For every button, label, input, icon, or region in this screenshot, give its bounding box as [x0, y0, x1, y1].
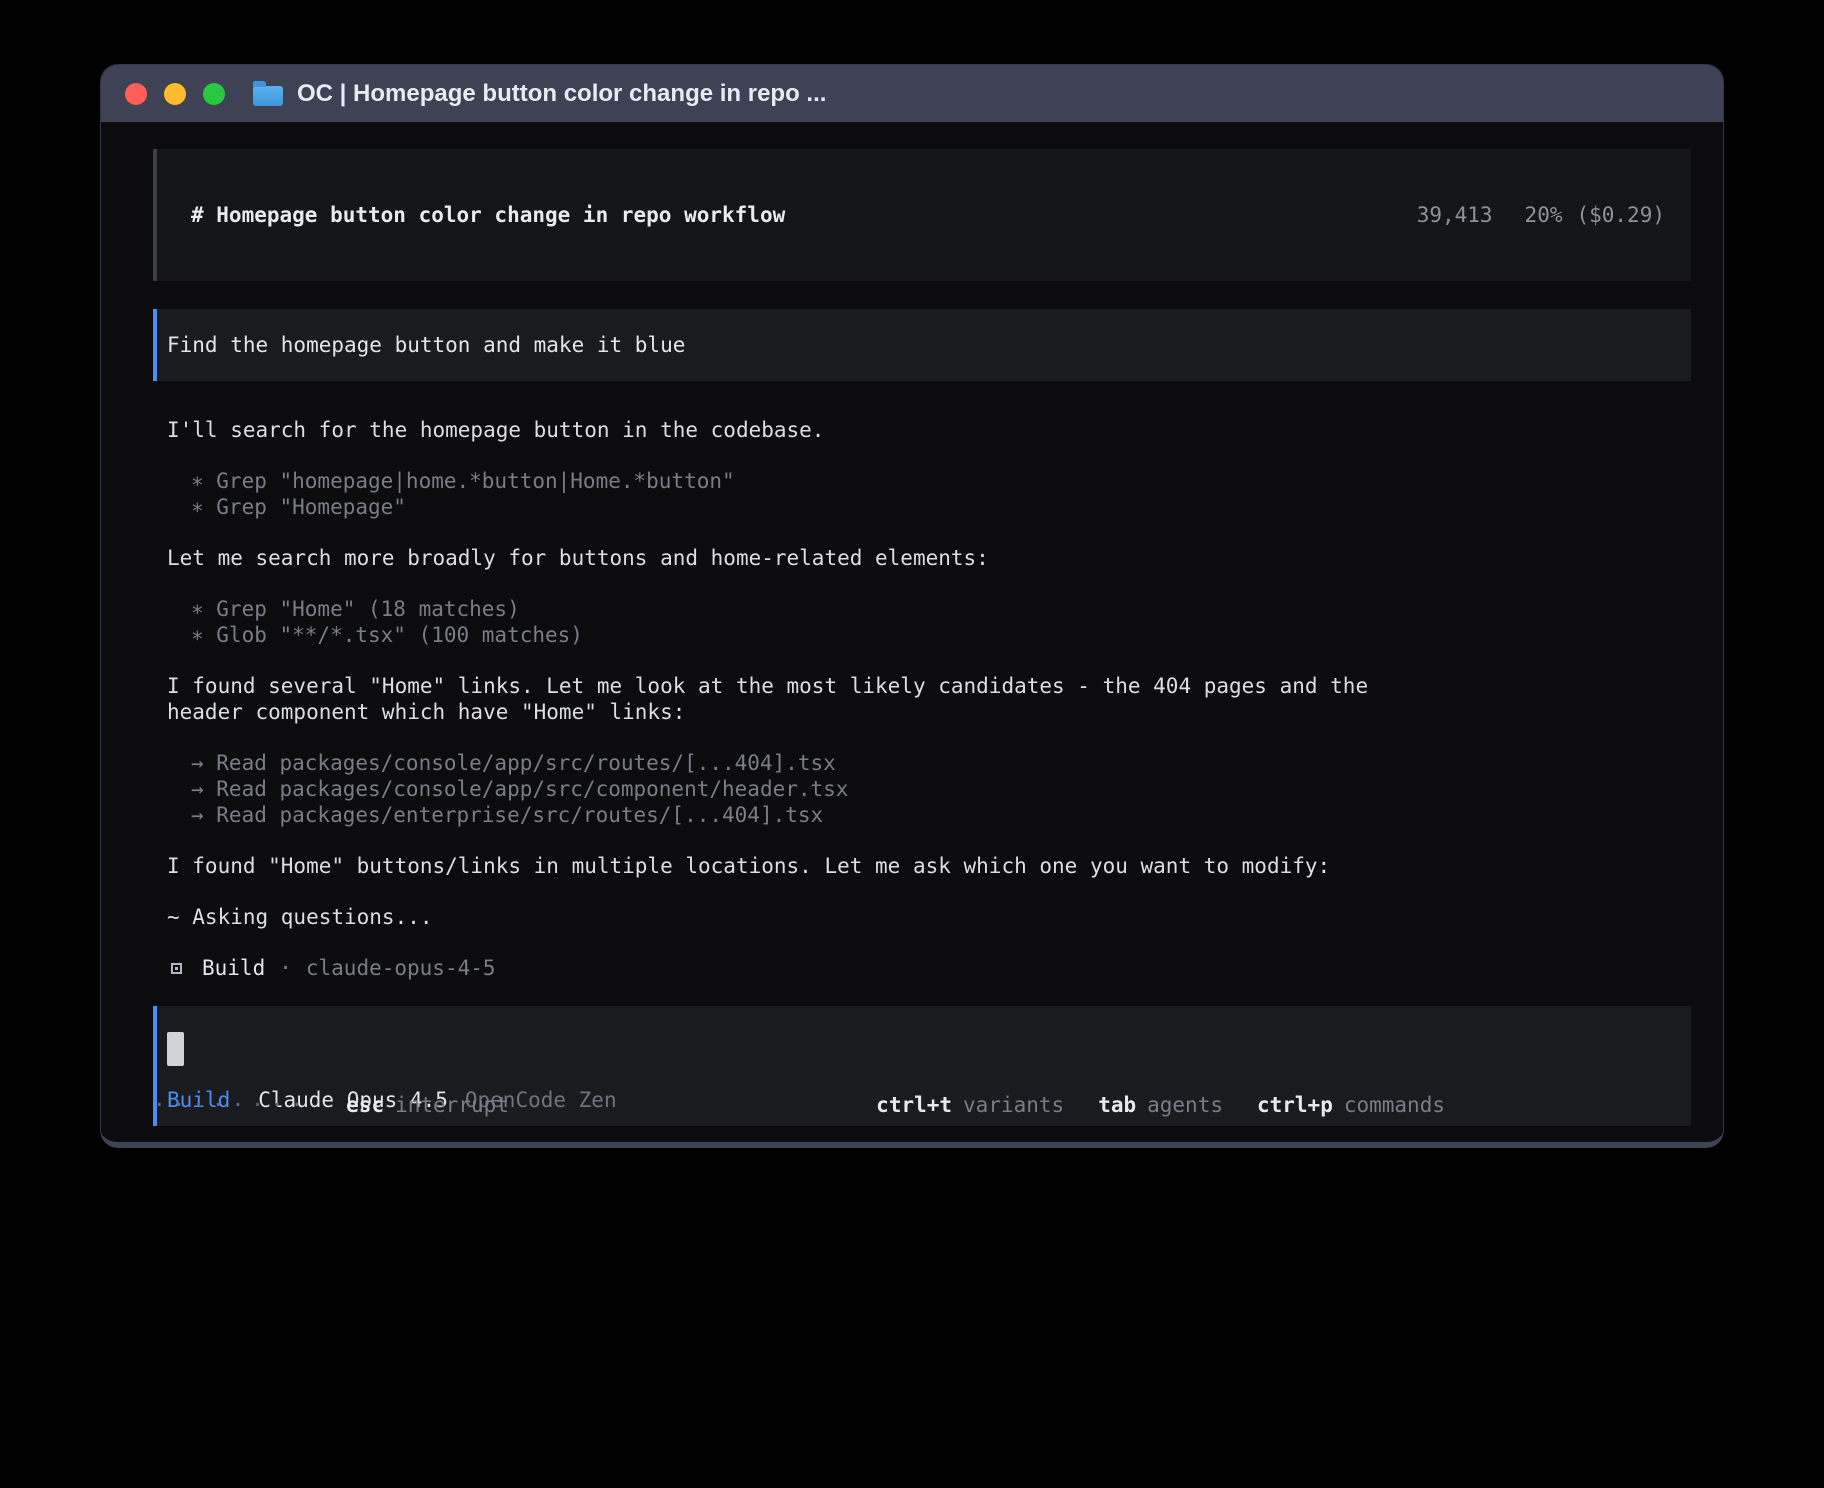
agent-separator: ·	[279, 955, 292, 981]
session-title: # Homepage button color change in repo w…	[191, 202, 785, 228]
spinner-dots: ········	[153, 1092, 310, 1118]
shortcut-key: ctrl+t	[876, 1093, 952, 1117]
agent-name: Build	[202, 955, 265, 981]
session-stats: 39,413 20% ($0.29)	[1316, 176, 1665, 254]
agent-icon	[171, 963, 182, 974]
shortcut-variants: ctrl+t variants	[876, 1092, 1064, 1118]
window-title: OC | Homepage button color change in rep…	[297, 80, 826, 108]
tool-call-grep: ∗ Grep "Homepage"	[167, 494, 1423, 520]
traffic-lights	[125, 83, 225, 105]
agent-status-line: Build · claude-opus-4-5	[167, 955, 1423, 981]
tool-call-glob: ∗ Glob "**/*.tsx" (100 matches)	[167, 622, 1423, 648]
shortcut-key: ctrl+p	[1257, 1093, 1333, 1117]
shortcut-label: agents	[1147, 1093, 1223, 1117]
transcript-group: Let me search more broadly for buttons a…	[167, 545, 1423, 571]
esc-key-hint: esc	[346, 1092, 384, 1118]
token-count: 39,413	[1417, 203, 1493, 227]
esc-key-label: interrupt	[395, 1092, 509, 1118]
close-button[interactable]	[125, 83, 147, 105]
assistant-text: I found several "Home" links. Let me loo…	[167, 673, 1423, 725]
terminal-window: OC | Homepage button color change in rep…	[100, 64, 1724, 1148]
window-titlebar: OC | Homepage button color change in rep…	[101, 65, 1723, 122]
zoom-button[interactable]	[203, 83, 225, 105]
status-bar-right: ctrl+t variants tab agents ctrl+p commands	[876, 1092, 1445, 1118]
tool-call-grep: ∗ Grep "Home" (18 matches)	[167, 596, 1423, 622]
minimize-button[interactable]	[164, 83, 186, 105]
transcript-group: ∗ Grep "Home" (18 matches) ∗ Glob "**/*.…	[167, 596, 1423, 648]
transcript-group: I found "Home" buttons/links in multiple…	[167, 853, 1423, 879]
transcript-group: ∗ Grep "homepage|home.*button|Home.*butt…	[167, 468, 1423, 520]
transcript-group: I'll search for the homepage button in t…	[167, 417, 1423, 443]
window-title-group: OC | Homepage button color change in rep…	[253, 80, 826, 108]
tool-call-read: → Read packages/console/app/src/routes/[…	[167, 750, 1423, 776]
transcript-group: I found several "Home" links. Let me loo…	[167, 673, 1423, 725]
transcript-group: ~ Asking questions...	[167, 904, 1423, 930]
text-cursor	[167, 1032, 184, 1066]
tool-call-read: → Read packages/console/app/src/componen…	[167, 776, 1423, 802]
shortcut-agents: tab agents	[1098, 1092, 1223, 1118]
context-percent: 20%	[1525, 203, 1563, 227]
assistant-text: Let me search more broadly for buttons a…	[167, 545, 1423, 571]
status-bar: ········ esc interrupt ctrl+t variants ta…	[153, 1092, 1445, 1118]
terminal-content: # Homepage button color change in repo w…	[101, 122, 1723, 1142]
user-message-text: Find the homepage button and make it blu…	[167, 332, 685, 358]
folder-icon	[253, 86, 283, 106]
assistant-transcript: I'll search for the homepage button in t…	[153, 417, 1423, 981]
tool-call-grep: ∗ Grep "homepage|home.*button|Home.*butt…	[167, 468, 1423, 494]
shortcut-commands: ctrl+p commands	[1257, 1092, 1445, 1118]
agent-model: claude-opus-4-5	[306, 955, 496, 981]
shortcut-key: tab	[1098, 1093, 1136, 1117]
transcript-group: → Read packages/console/app/src/routes/[…	[167, 750, 1423, 828]
assistant-status-text: ~ Asking questions...	[167, 904, 1423, 930]
session-cost: ($0.29)	[1576, 203, 1665, 227]
assistant-text: I found "Home" buttons/links in multiple…	[167, 853, 1423, 879]
shortcut-label: variants	[963, 1093, 1064, 1117]
status-bar-left: ········ esc interrupt	[153, 1092, 509, 1118]
tool-call-read: → Read packages/enterprise/src/routes/[.…	[167, 802, 1423, 828]
shortcut-label: commands	[1344, 1093, 1445, 1117]
assistant-text: I'll search for the homepage button in t…	[167, 417, 1423, 443]
session-header: # Homepage button color change in repo w…	[153, 149, 1691, 281]
user-message: Find the homepage button and make it blu…	[153, 309, 1691, 381]
